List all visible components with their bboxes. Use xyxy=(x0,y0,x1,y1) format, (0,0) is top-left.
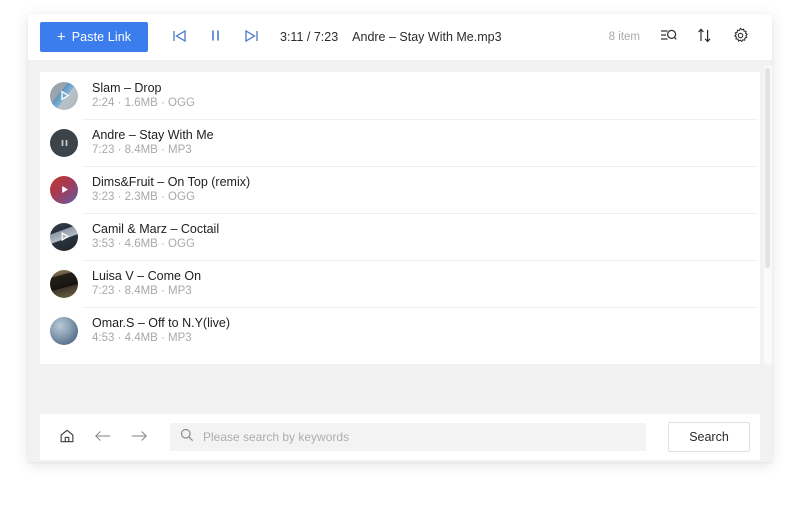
track-list: Slam – Drop 2:24 · 1.6MB · OGG Andre – S… xyxy=(40,72,760,364)
next-button[interactable] xyxy=(242,28,260,46)
home-button[interactable] xyxy=(56,426,78,448)
player-status: 3:11 / 7:23 Andre – Stay With Me.mp3 xyxy=(280,30,502,44)
track-meta: Luisa V – Come On 7:23 · 8.4MB · MP3 xyxy=(92,269,201,299)
track-row[interactable]: Luisa V – Come On 7:23 · 8.4MB · MP3 xyxy=(40,260,760,307)
toolbar-right-group: 8 item xyxy=(609,27,750,47)
play-outline-icon xyxy=(58,230,71,243)
pause-button[interactable] xyxy=(206,28,224,46)
arrow-left-icon xyxy=(94,429,112,446)
top-toolbar: + Paste Link 3:11 / 7:23 Andre – Stay Wi… xyxy=(28,14,772,60)
track-title: Luisa V – Come On xyxy=(92,268,202,283)
track-meta: Omar.S – Off to N.Y(live) 4:53 · 4.4MB ·… xyxy=(92,316,230,346)
track-title: Omar.S – Off to N.Y(live) xyxy=(92,315,231,330)
home-icon xyxy=(59,428,75,447)
track-artwork xyxy=(50,222,78,251)
track-row[interactable]: Camil & Marz – Coctail 3:53 · 4.6MB · OG… xyxy=(40,213,760,260)
play-outline-icon xyxy=(58,89,71,102)
search-icon xyxy=(180,428,194,447)
track-meta: Dims&Fruit – On Top (remix) 3:23 · 2.3MB… xyxy=(92,175,250,205)
sort-button[interactable] xyxy=(694,27,714,47)
track-artwork xyxy=(50,316,78,345)
track-subtitle: 7:23 · 8.4MB · MP3 xyxy=(92,285,192,298)
track-artwork xyxy=(50,128,78,157)
track-meta: Slam – Drop 2:24 · 1.6MB · OGG xyxy=(92,81,195,111)
arrow-right-icon xyxy=(130,429,148,446)
track-subtitle: 7:23 · 8.4MB · MP3 xyxy=(92,144,192,157)
scrollbar-thumb[interactable] xyxy=(765,68,770,268)
track-row[interactable]: Andre – Stay With Me 7:23 · 8.4MB · MP3 xyxy=(40,119,760,166)
track-row[interactable]: Slam – Drop 2:24 · 1.6MB · OGG xyxy=(40,72,760,119)
track-meta: Camil & Marz – Coctail 3:53 · 4.6MB · OG… xyxy=(92,222,219,252)
skip-next-icon xyxy=(244,29,259,46)
track-title: Slam – Drop xyxy=(92,80,162,95)
app-window: + Paste Link 3:11 / 7:23 Andre – Stay Wi… xyxy=(28,14,772,462)
track-subtitle: 3:23 · 2.3MB · OGG xyxy=(92,191,195,204)
track-title: Dims&Fruit – On Top (remix) xyxy=(92,174,251,189)
search-button[interactable]: Search xyxy=(668,422,750,452)
sort-icon xyxy=(697,28,712,46)
track-subtitle: 2:24 · 1.6MB · OGG xyxy=(92,97,195,110)
track-artwork xyxy=(50,175,78,204)
track-title: Camil & Marz – Coctail xyxy=(92,221,220,236)
track-row[interactable]: Omar.S – Off to N.Y(live) 4:53 · 4.4MB ·… xyxy=(40,307,760,354)
track-subtitle: 4:53 · 4.4MB · MP3 xyxy=(92,332,192,345)
paste-link-button[interactable]: + Paste Link xyxy=(40,22,148,52)
pause-icon xyxy=(210,29,221,45)
settings-button[interactable] xyxy=(730,27,750,47)
filter-search-icon xyxy=(660,28,677,46)
track-subtitle: 3:53 · 4.6MB · OGG xyxy=(92,238,195,251)
track-title: Andre – Stay With Me xyxy=(92,127,214,142)
item-count-label: 8 item xyxy=(608,31,640,43)
track-meta: Andre – Stay With Me 7:23 · 8.4MB · MP3 xyxy=(92,128,214,158)
search-field[interactable] xyxy=(170,423,646,451)
forward-button[interactable] xyxy=(128,426,150,448)
play-solid-icon xyxy=(58,183,71,196)
player-title: Andre – Stay With Me.mp3 xyxy=(352,30,502,44)
track-row[interactable]: Dims&Fruit – On Top (remix) 3:23 · 2.3MB… xyxy=(40,166,760,213)
previous-button[interactable] xyxy=(170,28,188,46)
track-artwork xyxy=(50,269,78,298)
media-controls xyxy=(170,28,260,46)
gear-icon xyxy=(732,27,749,47)
search-input[interactable] xyxy=(203,430,636,444)
player-time: 3:11 / 7:23 xyxy=(280,30,339,44)
track-artwork xyxy=(50,81,78,110)
skip-previous-icon xyxy=(172,29,187,46)
back-button[interactable] xyxy=(92,426,114,448)
pause-icon xyxy=(59,137,70,149)
paste-link-label: Paste Link xyxy=(71,30,132,44)
plus-icon: + xyxy=(56,28,66,45)
bottom-bar: Search xyxy=(40,414,760,460)
filter-search-button[interactable] xyxy=(658,27,678,47)
